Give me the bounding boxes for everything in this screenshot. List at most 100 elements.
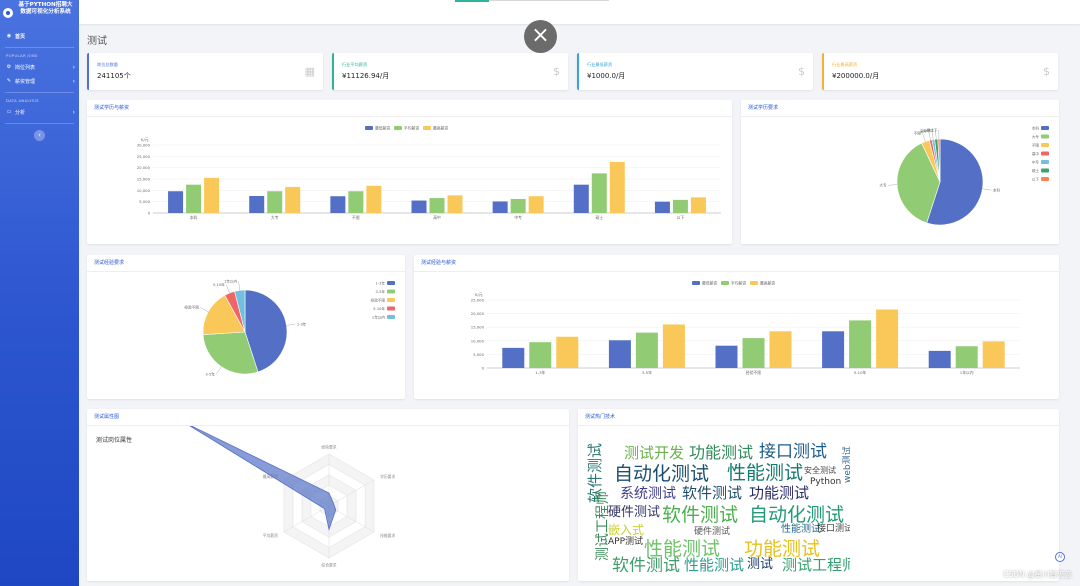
bar — [662, 324, 685, 368]
sidebar-item-analysis[interactable]: ▭ 分析 › — [0, 105, 79, 119]
legend-label: 1-3年 — [376, 280, 386, 285]
bar — [492, 201, 508, 213]
bar — [529, 342, 552, 368]
word-cloud-term: 测试工程师 — [595, 491, 611, 561]
sidebar-divider — [5, 92, 74, 93]
bar — [348, 191, 364, 213]
word-cloud-term: 软件测试 — [662, 504, 739, 526]
word-cloud-term: 系统测试 — [620, 486, 676, 502]
close-icon: × — [531, 23, 550, 48]
legend-label: 1年以内 — [372, 314, 385, 319]
tab-strip — [489, 0, 609, 1]
edu-salary-bar-chart: 最低薪资 平均薪资 最高薪资 K/元 0 5,000 10,000 15,000 20,000 2… — [137, 126, 721, 220]
sidebar-section-heading: DATA ANALYSIS — [6, 98, 39, 103]
bar — [609, 162, 625, 213]
bar — [876, 309, 899, 368]
y-tick-label: 20,000 — [137, 165, 151, 170]
table-icon: ▦ — [304, 65, 315, 78]
bar — [186, 184, 202, 213]
y-tick-label: 25,000 — [471, 298, 485, 303]
sidebar-toggle-button[interactable]: ‹ — [34, 130, 45, 141]
sidebar-divider — [5, 47, 74, 48]
exp-demand-pie-chart: 1-3年3-5年经验不限5-10年1年以内 1-3年3-5年经验不限5-10年1年… — [184, 279, 395, 376]
pie-label: 1-3年 — [297, 321, 307, 326]
y-tick-label: 5,000 — [473, 352, 484, 357]
legend-label: 5-10年 — [373, 306, 385, 311]
bar — [672, 199, 688, 213]
word-cloud-term: 性能测试 — [781, 524, 821, 535]
sidebar-item-salary[interactable]: ✎ 薪资管理 › — [0, 74, 79, 88]
bar — [955, 346, 978, 368]
legend-label: 以下 — [1032, 177, 1040, 181]
legend-swatch — [1041, 151, 1049, 156]
word-cloud-term: 软件测试 — [682, 484, 743, 502]
bar — [742, 338, 765, 368]
bar — [556, 336, 579, 368]
x-tick-label: 高中 — [433, 215, 441, 220]
bar — [447, 195, 463, 213]
x-tick-label: 1-3年 — [535, 370, 545, 375]
legend-swatch — [387, 281, 395, 285]
axis-label: K/元 — [141, 137, 149, 142]
stat-value: ¥200000.0/月 — [832, 72, 880, 80]
legend-label: 中专 — [1032, 159, 1040, 164]
word-cloud-term: 接口测试 — [759, 442, 827, 462]
panel-title: 测试学历与薪资 — [87, 100, 732, 117]
stat-value: ¥1000.0/月 — [587, 72, 626, 80]
axis-label: K/元 — [475, 292, 483, 297]
x-tick-label: 大专 — [271, 215, 279, 220]
legend-label: 最高薪资 — [433, 126, 448, 131]
bar — [715, 345, 738, 368]
y-tick-label: 0 — [482, 366, 485, 371]
legend-swatch — [387, 306, 395, 311]
assistant-icon[interactable]: AI — [1055, 552, 1065, 562]
pie-label-line — [216, 366, 222, 375]
word-cloud-term: 接口测试 — [817, 524, 850, 534]
sidebar: 基于PYTHON招聘大数据可视化分析系统 ◉ 首页 POPULAR JOBS ⚙… — [0, 0, 79, 586]
bar — [429, 198, 445, 213]
legend-swatch — [1041, 126, 1049, 130]
chevron-right-icon: › — [72, 108, 75, 116]
panel-title: 测试经验要求 — [87, 255, 405, 272]
legend-label: 经验不限 — [371, 297, 386, 302]
word-cloud-term: 测试 — [747, 557, 774, 572]
legend-swatch — [692, 281, 700, 285]
legend-label: 最高薪资 — [760, 281, 775, 286]
legend-swatch — [387, 289, 395, 294]
close-button[interactable]: × — [524, 20, 557, 53]
word-cloud-term: APP测试 — [608, 537, 644, 547]
legend-swatch — [1041, 160, 1049, 164]
bar — [822, 331, 845, 368]
bar — [267, 191, 283, 213]
legend-swatch — [1041, 168, 1049, 173]
legend-swatch — [1041, 143, 1049, 147]
radar-indicator-label: 平均薪资 — [263, 533, 278, 538]
legend-label: 最低薪资 — [375, 126, 390, 131]
stat-label: 行业平均薪资 — [342, 62, 368, 67]
bar — [330, 196, 346, 213]
legend-swatch — [1041, 177, 1049, 181]
stat-label: 行业最高薪资 — [832, 62, 858, 67]
pie-label: 经验不限 — [184, 305, 199, 310]
x-tick-label: 经验不限 — [746, 370, 761, 375]
sidebar-item-label: 首页 — [15, 33, 26, 40]
bar — [366, 185, 382, 213]
gear-icon: ⚙ — [6, 64, 12, 70]
panel-exp-salary: 测试经验与薪资 最低薪资 平均薪资 最高薪资 K/元 0 5,000 10,000 15,00… — [414, 255, 1059, 399]
word-cloud-term: 功能测试 — [749, 484, 810, 502]
pie-label-line — [238, 281, 240, 291]
sidebar-item-jobs[interactable]: ⚙ 岗位列表 › — [0, 60, 79, 74]
sidebar-item-home[interactable]: ◉ 首页 — [0, 29, 79, 43]
legend-label: 高中 — [1032, 151, 1040, 156]
bar — [249, 196, 265, 213]
legend-swatch — [721, 281, 729, 285]
bar — [690, 197, 706, 213]
panel-title: 测试经验与薪资 — [414, 255, 1059, 272]
tech-word-cloud: 功能测试 接口测试 测试开发 软件测试 自动化测试 性能测试 安全测试 Python 系统测试软… — [584, 433, 850, 572]
panel-title: 测试属性图 — [87, 409, 569, 426]
radar-indicator-label: 经验要求 — [321, 444, 336, 449]
x-tick-label: 1年以内 — [960, 370, 974, 375]
bar — [591, 173, 607, 213]
legend-label: 不限 — [1032, 142, 1040, 147]
word-cloud-term: 硬件测试 — [608, 505, 661, 520]
